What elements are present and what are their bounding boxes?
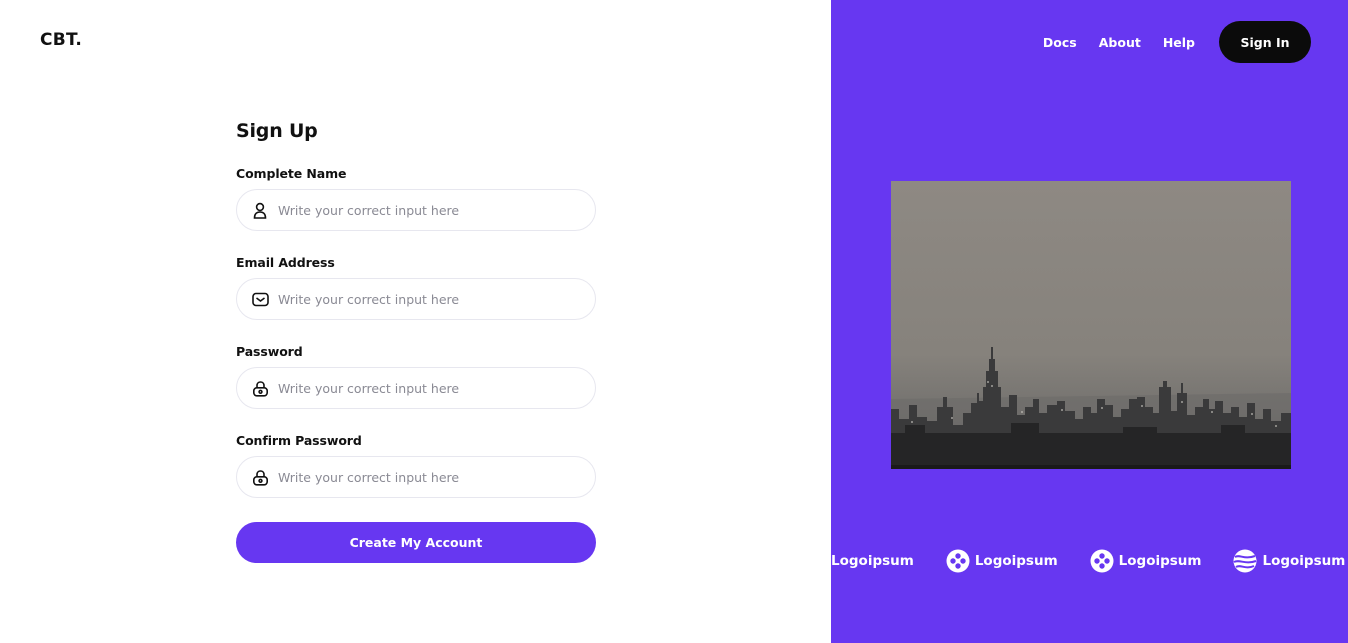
logo-text: Logoipsum [1262, 553, 1346, 569]
nav-link-help[interactable]: Help [1163, 35, 1195, 50]
email-field[interactable] [236, 278, 596, 320]
name-field[interactable] [236, 189, 596, 231]
top-nav: Docs About Help Sign In [1043, 21, 1311, 63]
lock-icon [251, 379, 269, 397]
email-input[interactable] [237, 279, 595, 319]
email-label: Email Address [236, 255, 335, 270]
city-skyline-image [891, 181, 1291, 469]
create-account-button[interactable]: Create My Account [236, 522, 596, 563]
name-group: Complete Name [236, 166, 596, 231]
user-icon [251, 201, 269, 219]
confirm-password-input[interactable] [237, 457, 595, 497]
stripes-circle-icon [1233, 549, 1257, 573]
mail-icon [251, 290, 269, 308]
page-title: Sign Up [236, 120, 318, 142]
nav-link-docs[interactable]: Docs [1043, 35, 1077, 50]
dots-circle-icon [1090, 549, 1114, 573]
sign-in-button[interactable]: Sign In [1219, 21, 1311, 63]
nav-link-about[interactable]: About [1099, 35, 1141, 50]
logo-text: Logoipsum [831, 553, 914, 569]
logo-text: Logoipsum [974, 553, 1058, 569]
password-label: Password [236, 344, 303, 359]
form-panel: CBT. Sign Up Complete Name Email Address [0, 0, 831, 643]
name-input[interactable] [237, 190, 595, 230]
dots-circle-icon [946, 549, 970, 573]
confirm-password-field[interactable] [236, 456, 596, 498]
lock-icon [251, 468, 269, 486]
brand-logo[interactable]: CBT. [40, 30, 82, 50]
email-group: Email Address [236, 255, 596, 320]
partner-logo: Logoipsum [831, 553, 914, 569]
partner-logos: Logoipsum Logoipsum Logoipsum Logoipsum [831, 548, 1348, 574]
partner-logo: Logoipsum [1233, 549, 1345, 573]
logo-text: Logoipsum [1118, 553, 1202, 569]
password-field[interactable] [236, 367, 596, 409]
password-input[interactable] [237, 368, 595, 408]
signup-form: Sign Up Complete Name Email Address [236, 120, 596, 563]
name-label: Complete Name [236, 166, 347, 181]
partner-logo: Logoipsum [946, 549, 1058, 573]
confirm-password-label: Confirm Password [236, 433, 362, 448]
promo-panel: Docs About Help Sign In Logoipsum Logoip… [831, 0, 1348, 643]
partner-logo: Logoipsum [1090, 549, 1202, 573]
confirm-password-group: Confirm Password [236, 433, 596, 498]
password-group: Password [236, 344, 596, 409]
skyline-illustration [891, 181, 1291, 469]
